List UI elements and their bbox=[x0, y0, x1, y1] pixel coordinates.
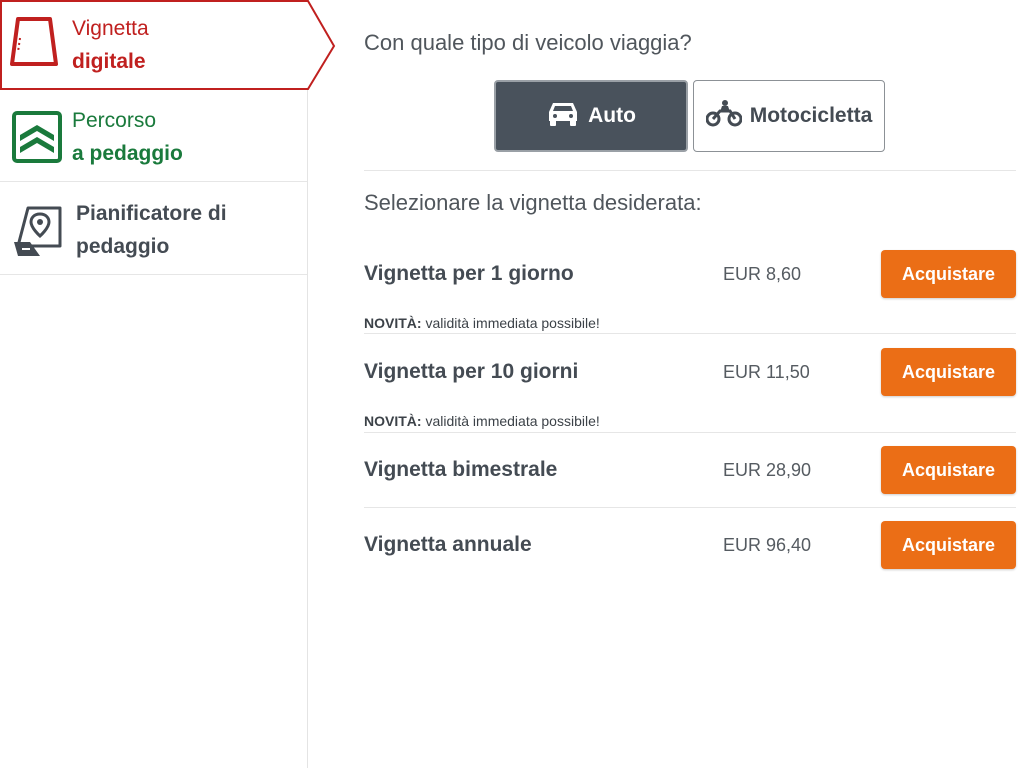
sidebar-item-percorso-pedaggio[interactable]: Percorso a pedaggio bbox=[0, 92, 307, 182]
divider bbox=[364, 333, 1016, 334]
vehicle-auto-button[interactable]: Auto bbox=[494, 80, 688, 152]
label-line1: Vignetta bbox=[72, 17, 149, 40]
map-pin-road-icon bbox=[12, 202, 66, 265]
vehicle-question: Con quale tipo di veicolo viaggia? bbox=[364, 30, 692, 55]
sidebar: Vignetta digitale Percorso a pedaggio Pi… bbox=[0, 0, 336, 768]
toll-road-icon bbox=[12, 111, 62, 168]
sidebar-item-label: Pianificatore di pedaggio bbox=[76, 197, 227, 263]
sidebar-item-pianificatore[interactable]: Pianificatore di pedaggio bbox=[0, 183, 307, 275]
windshield-vignette-icon bbox=[10, 16, 58, 73]
label-line1: Percorso bbox=[72, 109, 157, 132]
product-name: Vignetta bimestrale bbox=[364, 458, 558, 481]
product-name: Vignetta annuale bbox=[364, 533, 532, 556]
product-price: EUR 28,90 bbox=[723, 460, 812, 480]
motorcycle-icon bbox=[705, 99, 743, 133]
select-vignette-label: Selezionare la vignetta desiderata: bbox=[364, 190, 702, 215]
product-note: NOVITÀ: validità immediata possibile! bbox=[364, 413, 600, 429]
note-label: NOVITÀ: bbox=[364, 413, 422, 429]
vehicle-motorcycle-label: Motocicletta bbox=[749, 104, 873, 127]
buy-button[interactable]: Acquistare bbox=[881, 250, 1016, 298]
divider bbox=[364, 170, 1016, 171]
product-price: EUR 11,50 bbox=[723, 362, 810, 382]
note-label: NOVITÀ: bbox=[364, 315, 422, 331]
car-icon bbox=[546, 99, 580, 133]
label-line2: pedaggio bbox=[76, 235, 170, 258]
sidebar-item-label: Percorso a pedaggio bbox=[72, 104, 183, 170]
sidebar-item-vignetta-digitale[interactable]: Vignetta digitale bbox=[0, 0, 336, 90]
note-text: validità immediata possibile! bbox=[421, 315, 600, 331]
product-price: EUR 8,60 bbox=[723, 264, 802, 284]
product-note: NOVITÀ: validità immediata possibile! bbox=[364, 315, 600, 331]
divider bbox=[364, 432, 1016, 433]
sidebar-item-label: Vignetta digitale bbox=[72, 12, 149, 78]
label-line2: digitale bbox=[72, 50, 146, 73]
label-line2: a pedaggio bbox=[72, 142, 183, 165]
note-text: validità immediata possibile! bbox=[421, 413, 600, 429]
product-name: Vignetta per 10 giorni bbox=[364, 360, 579, 383]
divider bbox=[364, 507, 1016, 508]
label-line1: Pianificatore di bbox=[76, 202, 227, 225]
buy-button[interactable]: Acquistare bbox=[881, 521, 1016, 569]
buy-button[interactable]: Acquistare bbox=[881, 348, 1016, 396]
vehicle-motorcycle-button[interactable]: Motocicletta bbox=[693, 80, 885, 152]
buy-button[interactable]: Acquistare bbox=[881, 446, 1016, 494]
product-price: EUR 96,40 bbox=[723, 535, 812, 555]
vehicle-auto-label: Auto bbox=[588, 104, 636, 127]
product-name: Vignetta per 1 giorno bbox=[364, 262, 574, 285]
